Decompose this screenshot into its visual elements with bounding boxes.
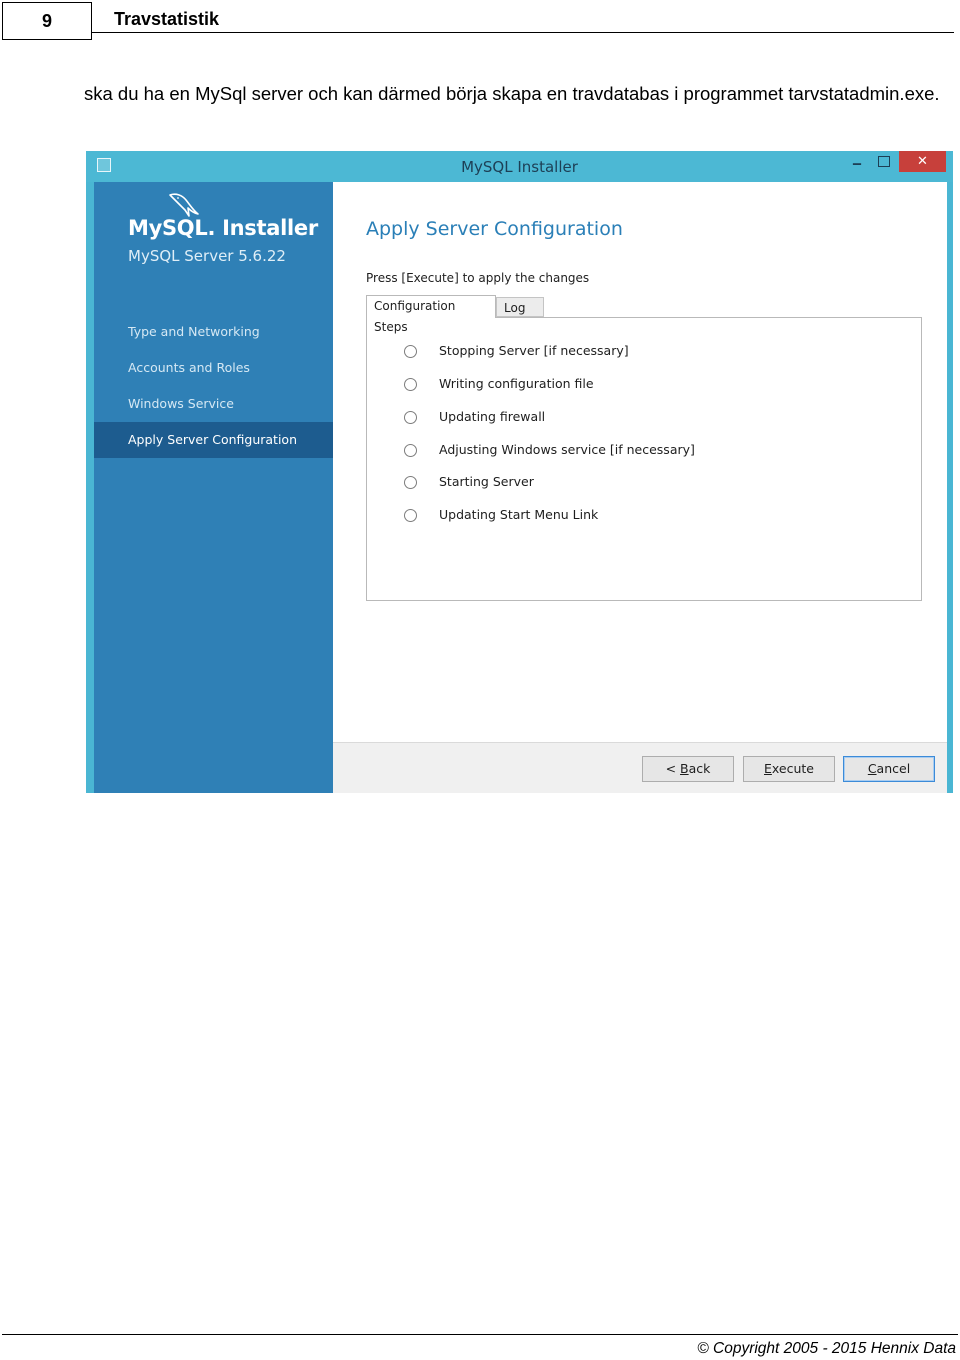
step-label: Writing configuration file — [439, 376, 594, 391]
list-item: Writing configuration file — [367, 375, 921, 395]
step-status-icon — [404, 345, 417, 358]
section-title: Apply Server Configuration — [366, 218, 623, 240]
minimize-icon[interactable]: ‒ — [849, 154, 865, 174]
footer-rule — [2, 1334, 958, 1335]
page-number-box: 9 — [2, 2, 92, 40]
window-title: MySQL Installer — [461, 158, 578, 176]
step-label: Stopping Server [if necessary] — [439, 343, 629, 358]
sidebar-item-apply-server-configuration[interactable]: Apply Server Configuration — [94, 422, 333, 458]
button-bar: < Back Execute Cancel — [333, 742, 947, 793]
list-item: Adjusting Windows service [if necessary] — [367, 441, 921, 461]
content-pane: Apply Server Configuration Press [Execut… — [333, 182, 947, 742]
tab-configuration-steps[interactable]: Configuration Steps — [366, 295, 496, 334]
list-item: Starting Server — [367, 473, 921, 493]
window-titlebar[interactable]: MySQL Installer ‒ ✕ — [86, 151, 953, 182]
page-header-title: Travstatistik — [114, 9, 220, 29]
step-status-icon — [404, 411, 417, 424]
step-status-icon — [404, 509, 417, 522]
brand-title: MySQL. Installer — [128, 216, 318, 240]
instruction-text: Press [Execute] to apply the changes — [366, 271, 590, 285]
step-label: Starting Server — [439, 474, 534, 489]
page-number: 9 — [41, 11, 52, 31]
maximize-icon[interactable] — [878, 156, 890, 167]
close-icon[interactable]: ✕ — [899, 151, 946, 172]
mysql-installer-window: MySQL Installer ‒ ✕ MySQL. Installer MyS… — [86, 151, 953, 793]
header-rule — [92, 32, 954, 33]
brand-subtitle: MySQL Server 5.6.22 — [128, 247, 286, 265]
configuration-steps-panel: Stopping Server [if necessary] Writing c… — [366, 317, 922, 601]
tab-log[interactable]: Log — [496, 297, 544, 317]
list-item: Updating Start Menu Link — [367, 506, 921, 526]
step-label: Updating firewall — [439, 409, 546, 424]
intro-paragraph: ska du ha en MySql server och kan därmed… — [84, 83, 940, 104]
cancel-button[interactable]: Cancel — [843, 756, 935, 782]
step-status-icon — [404, 476, 417, 489]
step-label: Updating Start Menu Link — [439, 507, 599, 522]
sidebar-item-accounts-and-roles[interactable]: Accounts and Roles — [94, 350, 333, 386]
sidebar-item-type-and-networking[interactable]: Type and Networking — [94, 314, 333, 350]
execute-button[interactable]: Execute — [743, 756, 835, 782]
sidebar: MySQL. Installer MySQL Server 5.6.22 Typ… — [94, 182, 333, 793]
back-button[interactable]: < Back — [642, 756, 734, 782]
step-label: Adjusting Windows service [if necessary] — [439, 442, 695, 457]
list-item: Stopping Server [if necessary] — [367, 342, 921, 362]
step-status-icon — [404, 378, 417, 391]
copyright-notice: © Copyright 2005 - 2015 Hennix Data — [697, 1340, 956, 1357]
sidebar-item-windows-service[interactable]: Windows Service — [94, 386, 333, 422]
list-item: Updating firewall — [367, 408, 921, 428]
step-status-icon — [404, 444, 417, 457]
